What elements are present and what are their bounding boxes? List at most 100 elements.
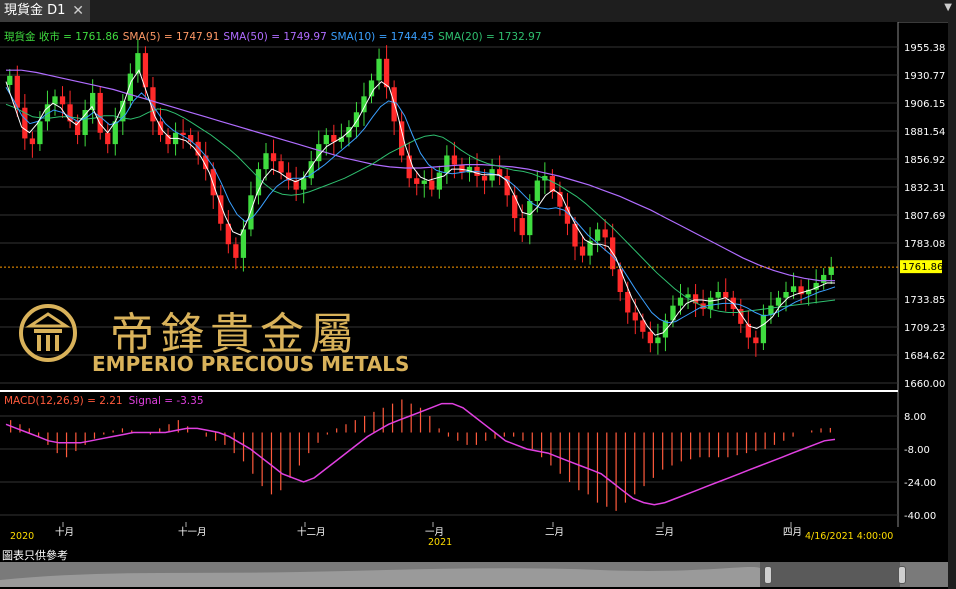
candle [97, 86, 103, 140]
candle-body [753, 337, 759, 344]
macd-legend: MACD(12,26,9) = 2.21 Signal = -3.35 [4, 395, 204, 407]
price-axis-tick: 1660.00 [904, 379, 945, 390]
x-axis-label: 十月 [55, 526, 74, 538]
candle-body [263, 153, 269, 170]
candle-body [534, 180, 540, 201]
candle-body [481, 175, 488, 181]
x-axis-label: 三月 [655, 527, 674, 538]
candle-body [625, 291, 631, 313]
candle-body [105, 132, 111, 145]
candle-body [29, 138, 36, 145]
candle-body [323, 135, 329, 145]
price-axis-tick: 1955.38 [904, 43, 945, 54]
macd-axis-tick: 8.00 [904, 412, 926, 423]
macd-axis-tick: -24.00 [904, 478, 936, 489]
candle-body [248, 195, 254, 230]
disclaimer-text: 圖表只供參考 [2, 549, 68, 562]
legend-entry: SMA(5) = 1747.91 [123, 31, 220, 43]
candle-body [414, 178, 420, 184]
logo-emblem-icon [19, 304, 77, 362]
candle-body [512, 195, 518, 219]
candle-body [376, 58, 382, 81]
legend-entry: SMA(50) = 1749.97 [223, 31, 326, 43]
candle-body [210, 169, 216, 196]
chevron-down-icon[interactable]: ▼ [944, 2, 952, 13]
macd-legend-entry: MACD(12,26,9) = 2.21 [4, 395, 123, 407]
candle-body [519, 218, 525, 236]
candle-body [828, 267, 834, 275]
candle-body [677, 297, 684, 306]
candle-body [647, 331, 653, 344]
scrollbar-right-handle[interactable] [898, 566, 906, 584]
current-price-tag: 1761.86 [900, 260, 943, 274]
candle-body [459, 164, 465, 173]
price-axis-tick: 1807.69 [904, 211, 945, 222]
candle-body [82, 109, 88, 136]
candle-body [655, 337, 661, 344]
legend-entry: 現貨金 收市 = 1761.86 [4, 30, 119, 43]
x-axis-label: 二月 [545, 527, 564, 538]
candle-body [783, 291, 789, 298]
legend-entry: SMA(10) = 1744.45 [331, 31, 434, 43]
price-axis-tick: 1881.54 [904, 127, 945, 138]
candle-body [127, 73, 133, 101]
macd-legend-entry: Signal = -3.35 [129, 395, 204, 407]
close-icon[interactable]: ✕ [72, 0, 84, 22]
candle-body [775, 297, 782, 306]
macd-axis-tick: -8.00 [904, 445, 930, 456]
scrollbar-left-handle[interactable] [764, 566, 772, 584]
price-axis-tick: 1684.62 [904, 351, 945, 362]
candle-body [768, 305, 774, 315]
candle-body [233, 244, 239, 258]
candle-body [7, 75, 13, 85]
chart-tab[interactable]: 現貨金 D1 ✕ [0, 0, 90, 22]
price-axis-tick: 1733.85 [904, 295, 945, 306]
candle-body [436, 172, 442, 190]
window-edge [948, 22, 956, 589]
price-axis-tick: 1832.31 [904, 183, 945, 194]
x-axis-label: 2021 [428, 537, 452, 548]
legend-entry: SMA(20) = 1732.97 [438, 31, 541, 43]
candle-body [429, 180, 435, 190]
current-price-label: 1761.86 [902, 262, 943, 273]
candle-body [602, 229, 608, 238]
candle-body [406, 155, 412, 179]
x-axis-label: 四月 [783, 527, 802, 538]
x-axis-label: 2020 [10, 531, 34, 542]
price-chart[interactable]: 1761.86 1955.38 1930.77 1906.15 1881.54 1856… [0, 22, 948, 562]
macd-axis-tick: -40.00 [904, 511, 936, 522]
time-scrollbar[interactable] [0, 562, 948, 587]
candle-body [135, 53, 141, 74]
tab-bar: 現貨金 D1 ✕ ▼ [0, 0, 956, 23]
candle-body [59, 96, 66, 105]
candle-body [549, 175, 556, 192]
price-axis-tick: 1783.08 [904, 239, 945, 250]
candle-body [270, 153, 277, 162]
price-axis-tick: 1856.92 [904, 155, 945, 166]
candle-body [444, 155, 450, 173]
x-axis-label: 十一月 [178, 526, 207, 538]
candle-body [383, 58, 390, 88]
candle-body [708, 297, 714, 310]
price-axis-tick: 1906.15 [904, 99, 945, 110]
x-axis-label: 十二月 [297, 526, 326, 538]
price-axis-tick: 1930.77 [904, 71, 945, 82]
price-legend: 現貨金 收市 = 1761.86 SMA(5) = 1747.91 SMA(50) … [4, 30, 542, 43]
candle-body [821, 274, 827, 283]
candle-body [353, 112, 360, 128]
candle-body [760, 314, 767, 344]
candle-body [579, 246, 586, 256]
candle-body [278, 161, 284, 173]
candle-body [451, 155, 458, 165]
candle-body [790, 286, 797, 292]
candle-body [527, 200, 533, 236]
candle-body [632, 312, 638, 321]
price-axis-tick: 1709.23 [904, 323, 945, 334]
scrollbar-preview [0, 562, 900, 587]
candle-body [301, 178, 307, 190]
candle-body [723, 291, 729, 298]
x-axis-label: 4/16/2021 4:00:00 [805, 531, 893, 542]
tab-title: 現貨金 D1 [4, 3, 66, 18]
candle-body [594, 229, 601, 241]
candle-body [715, 291, 721, 298]
